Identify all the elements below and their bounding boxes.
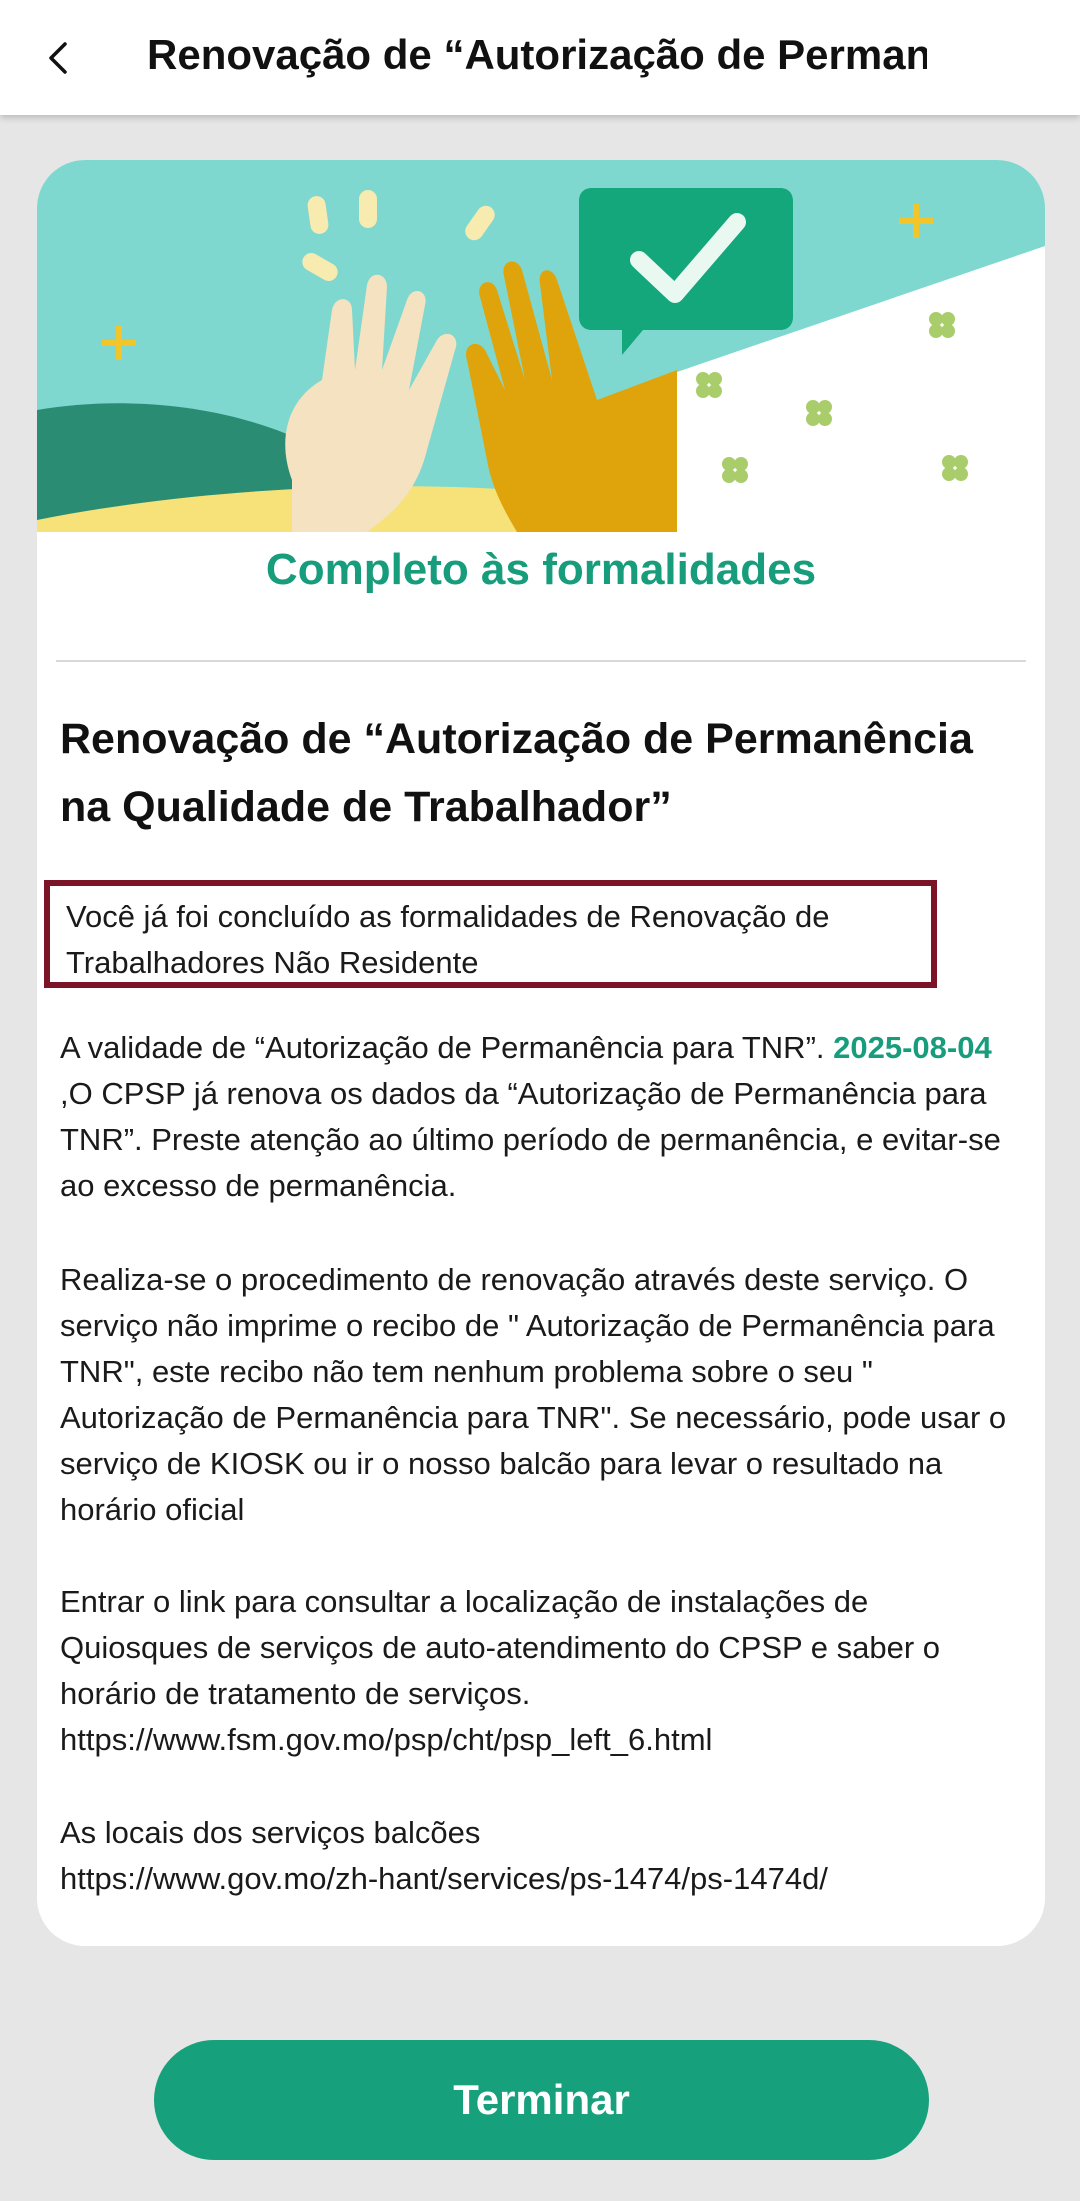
validity-suffix: ,O CPSP já renova os dados da “Autorizaç… xyxy=(60,1076,1001,1203)
validity-paragraph: A validade de “Autorização de Permanênci… xyxy=(60,1025,1020,1209)
counters-link[interactable]: https://www.gov.mo/zh-hant/services/ps-1… xyxy=(60,1856,1020,1902)
completion-heading: Completo às formalidades xyxy=(265,545,817,594)
validity-prefix: A validade de “Autorização de Permanênci… xyxy=(60,1030,834,1065)
completion-notice: Você já foi concluído as formalidades de… xyxy=(44,880,937,988)
finish-button[interactable]: Terminar xyxy=(154,2040,929,2160)
procedure-paragraph: Realiza-se o procedimento de renovação a… xyxy=(60,1262,1007,1527)
counters-paragraph: As locais dos serviços balcões https://w… xyxy=(60,1810,1020,1902)
top-app-bar: Renovação de “Autorização de Perman... xyxy=(0,0,1080,115)
divider xyxy=(56,660,1026,662)
kiosk-text: Entrar o link para consultar a localizaç… xyxy=(60,1584,941,1711)
service-title: Renovação de “Autorização de Permanência… xyxy=(60,715,973,831)
validity-date: 2025-08-04 xyxy=(833,1030,992,1065)
kiosk-paragraph: Entrar o link para consultar a localizaç… xyxy=(60,1579,1020,1763)
chevron-left-icon xyxy=(49,42,67,74)
page-title: Renovação de “Autorização de Perman... xyxy=(147,31,927,78)
counters-text: As locais dos serviços balcões xyxy=(60,1815,481,1850)
kiosk-link[interactable]: https://www.fsm.gov.mo/psp/cht/psp_left_… xyxy=(60,1717,1020,1763)
back-button[interactable] xyxy=(30,30,86,86)
success-banner-illustration xyxy=(37,160,1045,532)
result-card: Completo às formalidades Renovação de “A… xyxy=(37,160,1045,1946)
